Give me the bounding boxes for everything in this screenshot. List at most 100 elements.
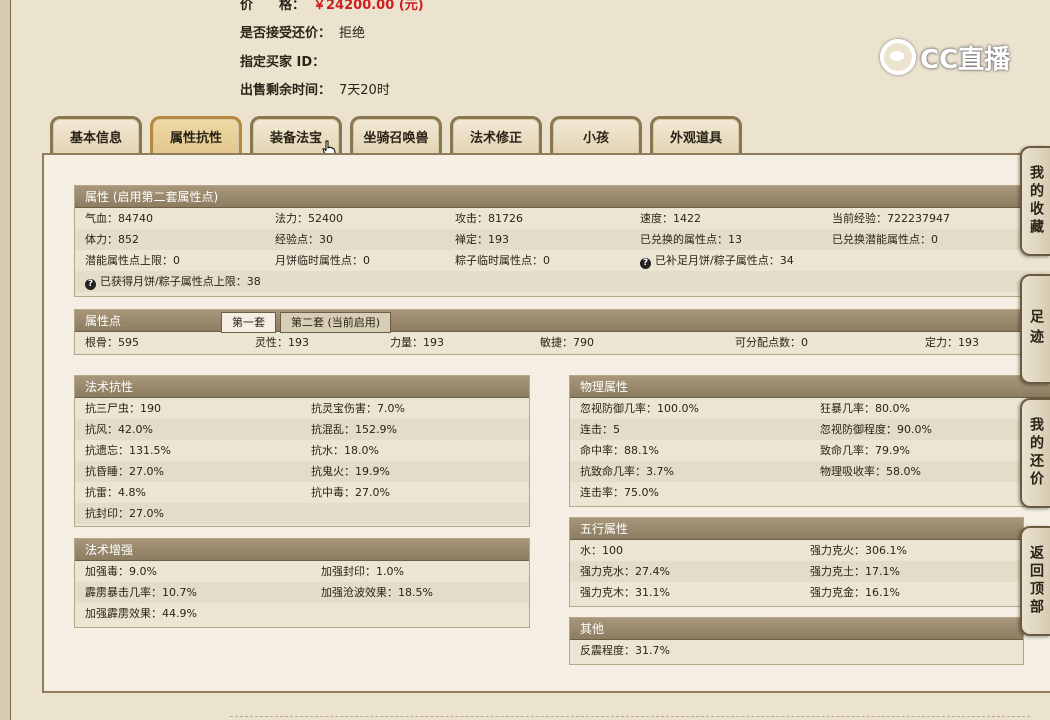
physical-cell: 致命几率：79.9% xyxy=(820,444,910,457)
attr-cell: 月饼临时属性点：0 xyxy=(275,254,370,267)
point-cell: 可分配点数：0 xyxy=(735,336,808,349)
attr-cell: 已兑换的属性点：13 xyxy=(630,229,822,250)
buyer-label: 指定买家 ID： xyxy=(240,55,326,70)
buyer-row: 指定买家 ID： xyxy=(240,51,325,70)
attr-cell: 已兑换潜能属性点：0 xyxy=(822,229,1050,250)
tab-appearance-items[interactable]: 外观道具 xyxy=(650,116,742,154)
element-cell: 强力克水：27.4% xyxy=(570,561,800,582)
resist-grid: 抗三尸虫：190 抗灵宝伤害：7.0% 抗风：42.0% 抗混乱：152.9% … xyxy=(75,398,529,524)
point-cell: 力量：193 xyxy=(390,336,444,349)
side-btn-text: 足迹 xyxy=(1028,309,1044,349)
price-value: ￥24200.00 (元) xyxy=(313,0,424,13)
enhance-cell: 加强封印：1.0% xyxy=(321,565,404,578)
my-favorites-button[interactable]: 我的收藏 xyxy=(1020,146,1050,256)
side-btn-text: 我的收藏 xyxy=(1028,165,1044,237)
enhance-cell: 加强霹雳效果：44.9% xyxy=(85,607,197,620)
resist-cell: 抗鬼火：19.9% xyxy=(301,461,529,482)
attr-cell: 粽子临时属性点：0 xyxy=(455,254,550,267)
physical-cell: 命中率：88.1% xyxy=(580,444,659,457)
physical-cell: 忽视防御程度：90.0% xyxy=(810,419,1050,440)
attr-cell: 当前经验：722237947 xyxy=(832,212,950,225)
tab-spell-modifier[interactable]: 法术修正 xyxy=(450,116,542,154)
bargain-row: 是否接受还价： 拒绝 xyxy=(240,22,365,41)
cc-live-logo: CC直播 xyxy=(880,38,1018,76)
physical-cell: 连击：5 xyxy=(570,419,810,440)
enhance-header: 法术增强 xyxy=(75,539,529,561)
tab-mount-summon[interactable]: 坐骑召唤兽 xyxy=(350,116,442,154)
resist-cell: 抗三尸虫：190 xyxy=(85,402,161,415)
enhance-section: 法术增强 加强毒：9.0% 加强封印：1.0% 霹雳暴击几率：10.7% 加强沧… xyxy=(74,538,530,628)
element-cell: 强力克木：31.1% xyxy=(580,586,670,599)
attr-cell: 潜能属性点上限：0 xyxy=(85,254,180,267)
physical-cell: 忽视防御几率：100.0% xyxy=(580,402,699,415)
physical-cell: 抗致命几率：3.7% xyxy=(570,461,810,482)
attr-cell: 禅定：193 xyxy=(445,229,630,250)
other-section: 其他 反震程度：31.7% xyxy=(569,617,1024,665)
side-btn-text: 我的还价 xyxy=(1028,417,1044,489)
help-icon[interactable]: ? xyxy=(640,258,651,269)
tab-child[interactable]: 小孩 xyxy=(550,116,642,154)
subtab-set-two[interactable]: 第二套 (当前启用) xyxy=(280,312,392,333)
tab-attributes-resistance[interactable]: 属性抗性 xyxy=(150,116,242,154)
attr-cell: 经验点：30 xyxy=(265,229,445,250)
attr-cell-text: 已补足月饼/粽子属性点：34 xyxy=(655,254,794,267)
my-bargain-button[interactable]: 我的还价 xyxy=(1020,398,1050,508)
back-to-top-button[interactable]: 返回顶部 xyxy=(1020,526,1050,636)
tab-basic-info[interactable]: 基本信息 xyxy=(50,116,142,154)
point-cell: 根骨：595 xyxy=(85,336,139,349)
other-grid: 反震程度：31.7% xyxy=(570,640,1023,661)
elements-header: 五行属性 xyxy=(570,518,1023,540)
footprint-button[interactable]: 足迹 xyxy=(1020,274,1050,384)
elements-section: 五行属性 水：100 强力克火：306.1% 强力克水：27.4% 强力克土：1… xyxy=(569,517,1024,607)
resist-cell: 抗遗忘：131.5% xyxy=(85,444,171,457)
attr-cell: 法力：52400 xyxy=(275,212,343,225)
physical-section: 物理属性 忽视防御几率：100.0% 狂暴几率：80.0% 连击：5 忽视防御程… xyxy=(569,375,1050,507)
enhance-cell: 加强毒：9.0% xyxy=(85,565,157,578)
price-label: 价 格： xyxy=(240,0,306,13)
resist-cell: 抗雷：4.8% xyxy=(85,486,146,499)
physical-cell: 连击率：75.0% xyxy=(580,486,659,499)
remain-value: 7天20时 xyxy=(339,83,390,98)
point-cell: 灵性：193 xyxy=(255,336,309,349)
remain-row: 出售剩余时间： 7天20时 xyxy=(240,79,390,98)
attributes-header: 属性 (启用第二套属性点) xyxy=(75,186,1050,208)
content-panel: 属性 (启用第二套属性点) 气血：84740 法力：52400 攻击：81726… xyxy=(42,153,1050,693)
attributes-grid: 气血：84740 法力：52400 攻击：81726 速度：1422 当前经验：… xyxy=(75,208,1050,292)
attr-cell: 速度：1422 xyxy=(640,212,701,225)
enhance-cell: 加强沧波效果：18.5% xyxy=(311,582,529,603)
physical-cell: 物理吸收率：58.0% xyxy=(810,461,1050,482)
element-cell: 强力克火：306.1% xyxy=(810,544,907,557)
resist-cell: 抗昏睡：27.0% xyxy=(75,461,301,482)
enhance-grid: 加强毒：9.0% 加强封印：1.0% 霹雳暴击几率：10.7% 加强沧波效果：1… xyxy=(75,561,529,624)
price-row: 价 格： ￥24200.00 (元) xyxy=(240,0,424,13)
resist-cell: 抗风：42.0% xyxy=(75,419,301,440)
attr-cell-help: ? 已补足月饼/粽子属性点：34 xyxy=(630,250,822,271)
resist-cell: 抗封印：27.0% xyxy=(75,503,301,524)
page-left-border xyxy=(0,0,11,720)
resist-cell: 抗混乱：152.9% xyxy=(301,419,529,440)
bargain-label: 是否接受还价： xyxy=(240,26,332,41)
divider-line xyxy=(230,716,1030,717)
resist-header: 法术抗性 xyxy=(75,376,529,398)
attr-cell xyxy=(822,250,1050,271)
attr-cell-text: 已获得月饼/粽子属性点上限：38 xyxy=(100,275,261,288)
points-section: 属性点 第一套 第二套 (当前启用) 根骨：595 灵性：193 力量：193 … xyxy=(74,309,1050,355)
subtab-set-one[interactable]: 第一套 xyxy=(221,312,276,333)
other-header: 其他 xyxy=(570,618,1023,640)
attr-cell: 气血：84740 xyxy=(85,212,153,225)
resist-cell: 抗中毒：27.0% xyxy=(311,486,390,499)
points-grid: 根骨：595 灵性：193 力量：193 敏捷：790 可分配点数：0 定力：1… xyxy=(75,332,1050,353)
resist-section: 法术抗性 抗三尸虫：190 抗灵宝伤害：7.0% 抗风：42.0% 抗混乱：15… xyxy=(74,375,530,527)
attr-cell: 体力：852 xyxy=(75,229,265,250)
resist-cell xyxy=(301,503,529,524)
side-btn-text: 返回顶部 xyxy=(1028,545,1044,617)
point-cell: 敏捷：790 xyxy=(540,336,594,349)
physical-grid: 忽视防御几率：100.0% 狂暴几率：80.0% 连击：5 忽视防御程度：90.… xyxy=(570,398,1050,503)
physical-cell xyxy=(810,482,1050,503)
remain-label: 出售剩余时间： xyxy=(240,83,332,98)
help-icon[interactable]: ? xyxy=(85,279,96,290)
bargain-value: 拒绝 xyxy=(339,26,366,41)
points-subtabs: 第一套 第二套 (当前启用) xyxy=(221,312,395,333)
elements-grid: 水：100 强力克火：306.1% 强力克水：27.4% 强力克土：17.1% … xyxy=(570,540,1023,603)
attributes-section: 属性 (启用第二套属性点) 气血：84740 法力：52400 攻击：81726… xyxy=(74,185,1050,297)
